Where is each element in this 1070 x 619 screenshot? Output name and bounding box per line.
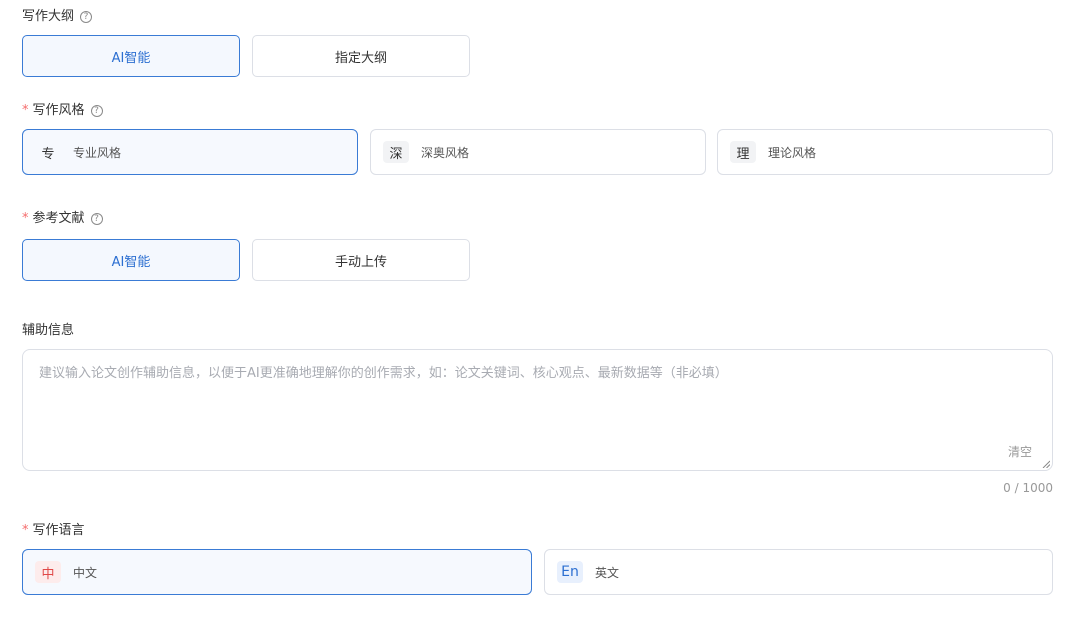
style-badge: 专 [41, 146, 55, 162]
style-option-label: 专业风格 [73, 145, 122, 160]
resize-handle-icon[interactable] [1042, 460, 1050, 468]
question-circle-icon[interactable]: ? [90, 105, 103, 117]
aux-info-placeholder: 建议输入论文创作辅助信息，以便于AI更准确地理解你的创作需求，如：论文关键词、核… [39, 366, 728, 381]
required-mark: * [22, 211, 29, 226]
language-option-label: 英文 [595, 565, 620, 580]
outline-ai-button[interactable]: AI智能 [22, 35, 240, 77]
outline-custom-button[interactable]: 指定大纲 [252, 35, 470, 77]
style-option-theoretical[interactable]: 理 理论风格 [717, 129, 1053, 175]
references-label-text: 参考文献 [32, 211, 85, 226]
language-label: * 写作语言 [22, 523, 85, 539]
aux-info-label-text: 辅助信息 [22, 323, 75, 338]
language-option-chinese[interactable]: 中 中文 [22, 549, 532, 595]
style-option-professional[interactable]: 专 专业风格 [22, 129, 358, 175]
style-badge: 理 [730, 141, 756, 163]
clear-button[interactable]: 清空 [1008, 443, 1032, 460]
paper-writing-form: 写作大纲 ? AI智能 指定大纲 * 写作风格 ? 专 专业风格 深 深奥风格 … [0, 0, 1070, 619]
language-option-english[interactable]: En 英文 [544, 549, 1053, 595]
references-ai-button[interactable]: AI智能 [22, 239, 240, 281]
style-option-label: 理论风格 [768, 145, 817, 160]
outline-label: 写作大纲 ? [22, 9, 93, 25]
aux-info-label: 辅助信息 [22, 323, 74, 339]
required-mark: * [22, 523, 29, 538]
language-label-text: 写作语言 [32, 523, 85, 538]
language-badge: 中 [35, 561, 61, 583]
outline-label-text: 写作大纲 [22, 9, 75, 24]
aux-info-textarea[interactable]: 建议输入论文创作辅助信息，以便于AI更准确地理解你的创作需求，如：论文关键词、核… [22, 349, 1053, 471]
language-option-label: 中文 [73, 565, 98, 580]
references-upload-button[interactable]: 手动上传 [252, 239, 470, 281]
references-label: * 参考文献 ? [22, 211, 103, 227]
question-circle-icon[interactable]: ? [80, 11, 93, 23]
style-option-label: 深奥风格 [421, 145, 470, 160]
style-label-text: 写作风格 [32, 103, 85, 118]
style-label: * 写作风格 ? [22, 103, 103, 119]
style-option-profound[interactable]: 深 深奥风格 [370, 129, 706, 175]
style-badge: 深 [383, 141, 409, 163]
language-badge: En [557, 561, 583, 583]
char-counter: 0 / 1000 [1003, 481, 1053, 495]
required-mark: * [22, 103, 29, 118]
question-circle-icon[interactable]: ? [90, 213, 103, 225]
